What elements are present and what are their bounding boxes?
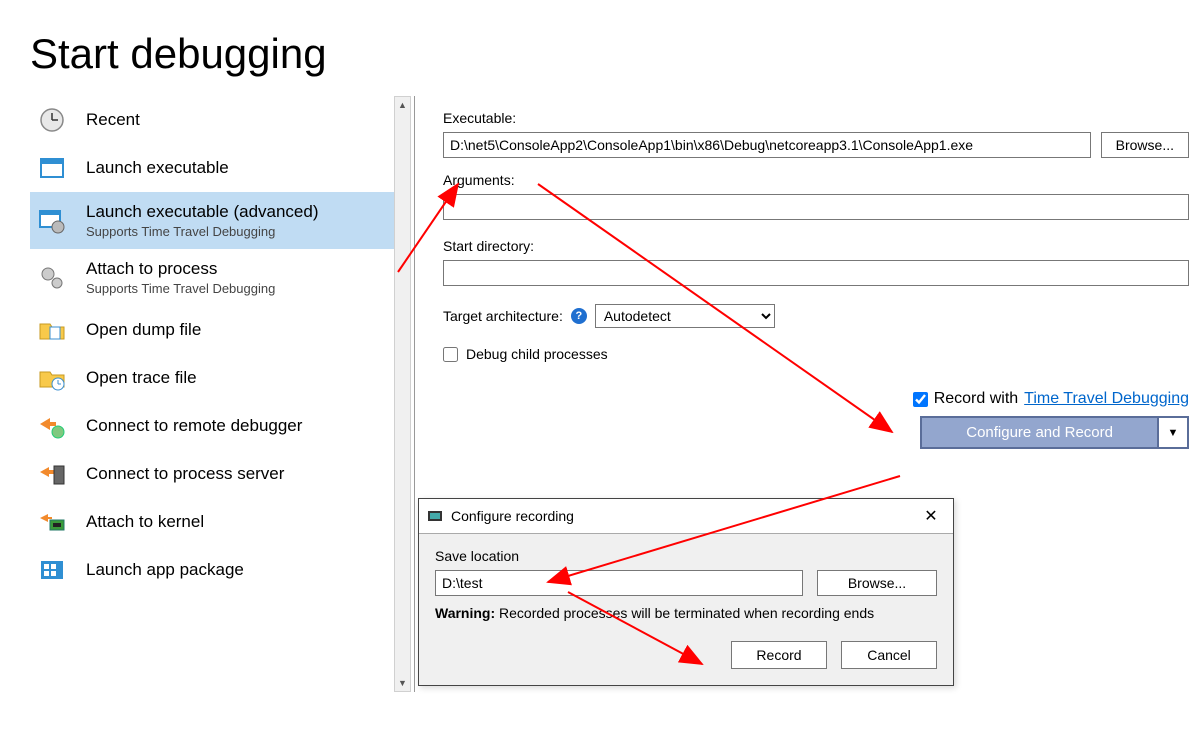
configure-record-button[interactable]: Configure and Record	[922, 418, 1157, 447]
server-arrow-icon	[38, 460, 86, 488]
sidebar-item-label: Open dump file	[86, 320, 386, 340]
configure-recording-dialog: Configure recording ✕ Save location Brow…	[418, 498, 954, 686]
grid-icon	[38, 556, 86, 584]
folder-file-icon	[38, 316, 86, 344]
sidebar-item-label: Open trace file	[86, 368, 386, 388]
sidebar-item-label: Attach to process	[86, 259, 386, 279]
save-location-input[interactable]	[435, 570, 803, 596]
help-icon[interactable]: ?	[571, 308, 587, 324]
sidebar-item-label: Attach to kernel	[86, 512, 386, 532]
record-ttd-prefix: Record with	[934, 390, 1018, 408]
sidebar-item-launch-app-pkg[interactable]: Launch app package	[30, 546, 394, 594]
sidebar-item-open-dump[interactable]: Open dump file	[30, 306, 394, 354]
executable-input[interactable]	[443, 132, 1091, 158]
main-panel: Executable: Browse... Arguments: Start d…	[415, 96, 1197, 449]
sidebar-item-open-trace[interactable]: Open trace file	[30, 354, 394, 402]
browse-executable-button[interactable]: Browse...	[1101, 132, 1189, 158]
executable-label: Executable:	[443, 110, 1189, 126]
record-button[interactable]: Record	[731, 641, 827, 669]
sidebar-item-connect-remote[interactable]: Connect to remote debugger	[30, 402, 394, 450]
warning-text: Warning: Recorded processes will be term…	[435, 604, 937, 623]
sidebar-item-attach-process[interactable]: Attach to process Supports Time Travel D…	[30, 249, 394, 306]
record-ttd-checkbox[interactable]	[913, 392, 928, 407]
sidebar-item-label: Launch app package	[86, 560, 386, 580]
scroll-up-icon[interactable]: ▲	[395, 97, 410, 113]
sidebar-item-label: Connect to process server	[86, 464, 386, 484]
scrollbar[interactable]: ▲ ▼	[394, 96, 411, 692]
sidebar-item-sublabel: Supports Time Travel Debugging	[86, 224, 386, 239]
configure-record-dropdown[interactable]: ▼	[1157, 418, 1187, 447]
bug-arrow-icon	[38, 412, 86, 440]
sidebar-item-attach-kernel[interactable]: Attach to kernel	[30, 498, 394, 546]
folder-clock-icon	[38, 364, 86, 392]
record-ttd-row[interactable]: Record with Time Travel Debugging	[913, 390, 1189, 408]
sidebar-item-connect-server[interactable]: Connect to process server	[30, 450, 394, 498]
save-location-label: Save location	[435, 548, 937, 564]
clock-icon	[38, 106, 86, 134]
sidebar-item-label: Recent	[86, 110, 386, 130]
startdir-input[interactable]	[443, 260, 1189, 286]
sidebar-item-recent[interactable]: Recent	[30, 96, 394, 144]
gears-icon	[38, 264, 86, 292]
sidebar-item-label: Launch executable	[86, 158, 386, 178]
scroll-down-icon[interactable]: ▼	[395, 675, 410, 691]
dialog-title-text: Configure recording	[451, 508, 574, 524]
debug-child-checkbox[interactable]	[443, 347, 458, 362]
cancel-button[interactable]: Cancel	[841, 641, 937, 669]
close-icon[interactable]: ✕	[917, 505, 945, 527]
sidebar-item-label: Connect to remote debugger	[86, 416, 386, 436]
chip-arrow-icon	[38, 508, 86, 536]
divider: ▲ ▼	[394, 96, 415, 692]
configure-record-split-button[interactable]: Configure and Record ▼	[920, 416, 1189, 449]
arch-select[interactable]: Autodetect	[595, 304, 775, 328]
ttd-link[interactable]: Time Travel Debugging	[1024, 390, 1189, 408]
dialog-app-icon	[427, 508, 443, 524]
sidebar-item-launch-exe-adv[interactable]: Launch executable (advanced) Supports Ti…	[30, 192, 394, 249]
debug-child-row[interactable]: Debug child processes	[443, 346, 1189, 362]
sidebar-item-launch-exe[interactable]: Launch executable	[30, 144, 394, 192]
startdir-label: Start directory:	[443, 238, 1189, 254]
window-icon	[38, 154, 86, 182]
arguments-label: Arguments:	[443, 172, 1189, 188]
browse-save-button[interactable]: Browse...	[817, 570, 937, 596]
window-gear-icon	[38, 207, 86, 235]
sidebar-item-sublabel: Supports Time Travel Debugging	[86, 281, 386, 296]
arguments-input[interactable]	[443, 194, 1189, 220]
sidebar: Recent Launch executable Launch executab…	[0, 96, 394, 594]
debug-child-label: Debug child processes	[466, 346, 608, 362]
page-title: Start debugging	[0, 0, 1197, 96]
arch-label: Target architecture:	[443, 308, 563, 324]
sidebar-item-label: Launch executable (advanced)	[86, 202, 386, 222]
